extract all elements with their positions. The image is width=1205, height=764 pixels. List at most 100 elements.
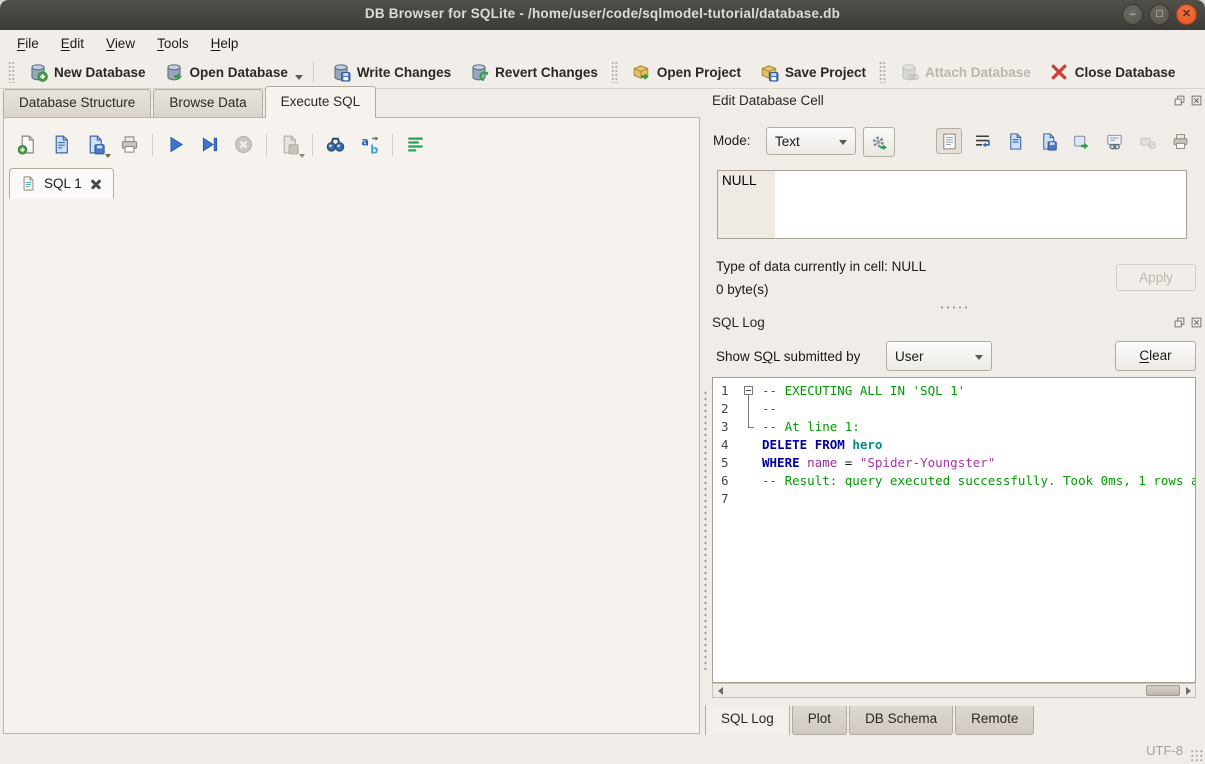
link-cell-button[interactable]	[1101, 128, 1127, 154]
save-cell-icon	[1039, 132, 1058, 151]
toolbar-button-label: Revert Changes	[495, 65, 598, 80]
float-icon[interactable]	[1173, 94, 1186, 107]
code-line-2[interactable]: --	[760, 400, 1195, 418]
format-button[interactable]	[402, 131, 429, 158]
open-database-button[interactable]: Open Database	[155, 58, 297, 86]
execute-button[interactable]	[162, 131, 189, 158]
window-title: DB Browser for SQLite - /home/user/code/…	[0, 6, 1205, 21]
maximize-icon[interactable]: □	[1149, 4, 1170, 25]
minimize-icon[interactable]: –	[1122, 4, 1143, 25]
toolbar-handle[interactable]	[8, 61, 15, 83]
open-sql-file-button[interactable]	[48, 131, 75, 158]
revert-changes-icon	[469, 62, 489, 82]
sql-doc-icon	[20, 175, 37, 192]
save-sql-file-icon	[85, 134, 106, 155]
tab-database-structure[interactable]: Database Structure	[3, 89, 151, 118]
revert-changes-button[interactable]: Revert Changes	[460, 58, 607, 86]
clear-button[interactable]: Clear	[1115, 341, 1196, 371]
toolbar-button-label: Open Database	[190, 65, 288, 80]
execute-sql-page	[3, 117, 700, 734]
close-sql-tab-icon[interactable]	[89, 177, 103, 191]
scrollbar-thumb[interactable]	[1146, 685, 1180, 696]
dock-close-icon[interactable]	[1190, 316, 1203, 329]
svg-text:a: a	[361, 135, 369, 148]
find-button[interactable]	[322, 131, 349, 158]
tab-plot[interactable]: Plot	[792, 706, 847, 735]
mode-label: Mode:	[713, 133, 751, 148]
import-file-button[interactable]	[1002, 128, 1028, 154]
cell-type-text: Type of data currently in cell: NULL	[716, 259, 926, 274]
toolbar-handle[interactable]	[879, 61, 886, 83]
toolbar-handle[interactable]	[611, 61, 618, 83]
new-tab-button[interactable]	[14, 131, 41, 158]
code-line-4[interactable]: DELETE FROM hero	[760, 436, 1195, 454]
tab-browse-data[interactable]: Browse Data	[153, 89, 262, 118]
sql-tab-label: SQL 1	[44, 176, 82, 191]
execute-line-icon	[199, 134, 220, 155]
log-fold-margin[interactable]	[741, 378, 760, 682]
dock-splitter-handle[interactable]	[702, 390, 708, 670]
set-null-icon	[1138, 132, 1157, 151]
toolbar-separator	[312, 134, 313, 156]
print-icon	[119, 134, 140, 155]
toolbar-button-label: Close Database	[1075, 65, 1176, 80]
text-mode-button[interactable]	[936, 128, 962, 154]
replace-button[interactable]: ab	[356, 131, 383, 158]
write-changes-button[interactable]: Write Changes	[322, 58, 460, 86]
menu-tools[interactable]: Tools	[146, 33, 200, 54]
menu-view[interactable]: View	[95, 33, 146, 54]
sql-editor-tab[interactable]: SQL 1	[9, 168, 114, 199]
new-database-button[interactable]: New Database	[19, 58, 155, 86]
tab-db-schema[interactable]: DB Schema	[849, 706, 953, 735]
word-wrap-button[interactable]	[969, 128, 995, 154]
encoding-indicator[interactable]: UTF-8	[1146, 743, 1183, 758]
float-icon[interactable]	[1173, 316, 1186, 329]
print-cell-button[interactable]	[1167, 128, 1193, 154]
code-line-5[interactable]: WHERE name = "Spider-Youngster"	[760, 454, 1195, 472]
save-cell-button[interactable]	[1035, 128, 1061, 154]
resize-grip[interactable]	[1190, 749, 1203, 762]
print-button[interactable]	[116, 131, 143, 158]
replace-icon: ab	[359, 134, 380, 155]
open-project-button[interactable]: Open Project	[622, 58, 750, 86]
scroll-left-icon[interactable]	[713, 684, 727, 697]
export-cell-button[interactable]	[1068, 128, 1094, 154]
tab-sql-log[interactable]: SQL Log	[705, 705, 790, 737]
show-sql-label: Show SQL submitted by	[716, 349, 860, 364]
code-line-3[interactable]: -- At line 1:	[760, 418, 1195, 436]
tab-remote[interactable]: Remote	[955, 706, 1034, 735]
menu-help[interactable]: Help	[200, 33, 250, 54]
toolbar-button-label: New Database	[54, 65, 146, 80]
save-sql-file-button[interactable]	[82, 131, 109, 158]
title-bar[interactable]: DB Browser for SQLite - /home/user/code/…	[0, 0, 1205, 31]
execute-line-button[interactable]	[196, 131, 223, 158]
cell-editor[interactable]: NULL	[717, 170, 1187, 239]
code-line-6[interactable]: -- Result: query executed successfully. …	[760, 472, 1195, 490]
dock-splitter-handle[interactable]	[939, 304, 969, 310]
code-line-1[interactable]: -- EXECUTING ALL IN 'SQL 1'	[760, 382, 1195, 400]
sql-log-pane[interactable]: 1234567 -- EXECUTING ALL IN 'SQL 1'---- …	[712, 377, 1196, 683]
mode-combobox[interactable]: Text	[766, 127, 856, 155]
menu-file[interactable]: File	[6, 33, 50, 54]
cell-editor-toolbar	[936, 128, 1200, 154]
text-mode-icon	[940, 132, 959, 151]
toolbar-button-label: Save Project	[785, 65, 866, 80]
log-code-area: -- EXECUTING ALL IN 'SQL 1'---- At line …	[760, 378, 1195, 682]
save-project-button[interactable]: Save Project	[750, 58, 875, 86]
submitted-by-combobox[interactable]: User	[886, 341, 992, 371]
close-icon[interactable]: ✕	[1176, 4, 1197, 25]
sql-toolbar: ab	[14, 131, 436, 158]
main-toolbar: New Database Open Database Write Changes Re…	[0, 56, 1205, 89]
close-database-button[interactable]: Close Database	[1040, 58, 1185, 86]
scroll-right-icon[interactable]	[1181, 684, 1195, 697]
dropdown-caret-icon[interactable]	[295, 75, 303, 80]
auto-apply-button[interactable]	[863, 127, 895, 157]
fold-collapse-icon[interactable]	[744, 386, 753, 395]
code-line-7[interactable]	[760, 490, 1195, 508]
dock-close-icon[interactable]	[1190, 94, 1203, 107]
submitted-by-value: User	[895, 349, 924, 364]
log-horizontal-scrollbar[interactable]	[712, 683, 1196, 698]
tab-execute-sql[interactable]: Execute SQL	[265, 86, 377, 118]
menu-edit[interactable]: Edit	[50, 33, 95, 54]
dock-tab-bar: SQL LogPlotDB SchemaRemote	[705, 706, 1036, 737]
